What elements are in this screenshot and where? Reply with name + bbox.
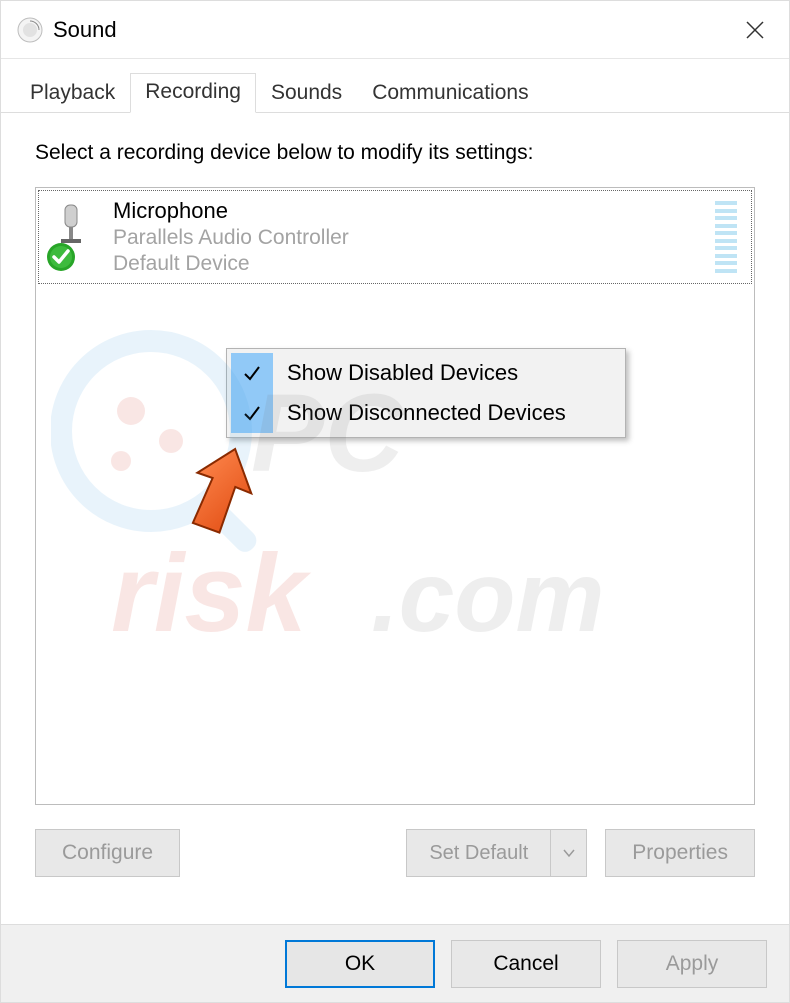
menu-item-label: Show Disconnected Devices xyxy=(287,400,566,426)
tab-content: Select a recording device below to modif… xyxy=(1,113,789,897)
device-list[interactable]: Microphone Parallels Audio Controller De… xyxy=(35,187,755,805)
tab-playback[interactable]: Playback xyxy=(15,74,130,113)
cancel-button[interactable]: Cancel xyxy=(451,940,601,988)
configure-button[interactable]: Configure xyxy=(35,829,180,877)
set-default-splitbutton[interactable]: Set Default xyxy=(406,829,587,877)
device-text: Microphone Parallels Audio Controller De… xyxy=(113,198,715,276)
device-controller: Parallels Audio Controller xyxy=(113,226,715,250)
microphone-icon xyxy=(47,201,95,273)
window-title: Sound xyxy=(53,17,721,43)
device-item-microphone[interactable]: Microphone Parallels Audio Controller De… xyxy=(38,190,752,284)
instruction-text: Select a recording device below to modif… xyxy=(35,141,755,165)
context-menu: Show Disabled Devices Show Disconnected … xyxy=(226,348,626,438)
check-icon xyxy=(231,353,273,393)
menu-show-disconnected-devices[interactable]: Show Disconnected Devices xyxy=(231,393,621,433)
apply-button[interactable]: Apply xyxy=(617,940,767,988)
level-meter xyxy=(715,201,737,273)
menu-item-label: Show Disabled Devices xyxy=(287,360,518,386)
properties-button[interactable]: Properties xyxy=(605,829,755,877)
sound-icon xyxy=(17,17,43,43)
device-name: Microphone xyxy=(113,198,715,224)
dialog-footer: OK Cancel Apply xyxy=(1,924,789,1002)
ok-button[interactable]: OK xyxy=(285,940,435,988)
check-icon xyxy=(231,393,273,433)
tab-communications[interactable]: Communications xyxy=(357,74,543,113)
close-button[interactable] xyxy=(721,1,789,59)
set-default-button[interactable]: Set Default xyxy=(406,829,551,877)
device-buttons: Configure Set Default Properties xyxy=(35,829,755,877)
device-status: Default Device xyxy=(113,252,715,276)
tabstrip: Playback Recording Sounds Communications xyxy=(1,59,789,113)
spacer xyxy=(198,829,388,877)
tab-recording[interactable]: Recording xyxy=(130,73,256,113)
titlebar: Sound xyxy=(1,1,789,59)
tab-sounds[interactable]: Sounds xyxy=(256,74,357,113)
menu-show-disabled-devices[interactable]: Show Disabled Devices xyxy=(231,353,621,393)
set-default-dropdown[interactable] xyxy=(551,829,587,877)
